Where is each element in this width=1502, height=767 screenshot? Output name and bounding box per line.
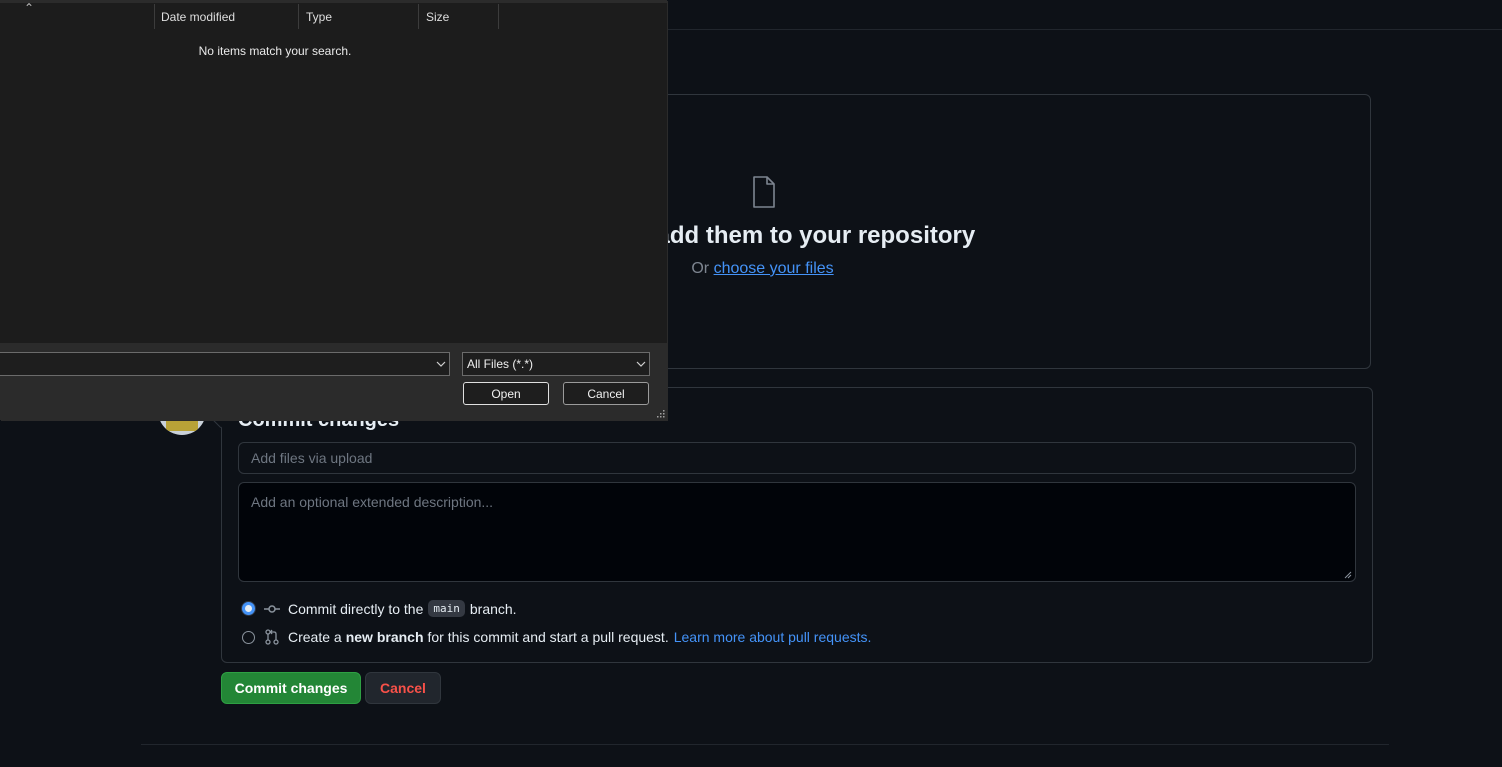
cancel-button[interactable]: Cancel (365, 672, 441, 704)
column-divider[interactable] (498, 4, 499, 29)
new-branch-radio[interactable] (242, 630, 255, 644)
git-pull-request-icon (265, 629, 279, 645)
chevron-down-icon[interactable] (436, 359, 446, 369)
commit-changes-button[interactable]: Commit changes (221, 672, 361, 704)
sort-up-icon[interactable]: ⌃ (24, 1, 34, 15)
file-type-filter[interactable]: All Files (*.*) (462, 352, 650, 376)
branch-name: main (428, 600, 465, 617)
commit-summary-input[interactable] (238, 442, 1356, 474)
column-type[interactable]: Type (306, 10, 332, 24)
file-type-filter-value: All Files (*.*) (467, 357, 534, 371)
file-list-header: ⌃ Date modified Type Size (0, 1, 667, 30)
column-divider[interactable] (298, 4, 299, 29)
resize-grip-icon[interactable] (655, 408, 665, 418)
dialog-cancel-button[interactable]: Cancel (563, 382, 649, 405)
column-date-modified[interactable]: Date modified (161, 10, 235, 24)
column-divider[interactable] (418, 4, 419, 29)
commit-direct-suffix: branch. (469, 600, 517, 617)
new-branch-suffix: for this commit and start a pull request… (427, 629, 669, 645)
empty-results-message: No items match your search. (198, 44, 352, 58)
commit-description-input[interactable] (238, 482, 1356, 582)
commit-direct-option[interactable]: Commit directly to the main branch. (242, 600, 517, 617)
open-button[interactable]: Open (463, 382, 549, 405)
commit-changes-panel: Commit changes Commit directly to the ma… (221, 387, 1373, 663)
choose-files-link[interactable]: choose your files (714, 260, 834, 277)
commit-direct-prefix: Commit directly to the (288, 600, 424, 617)
dialog-footer: All Files (*.*) Open Cancel (0, 343, 667, 420)
file-icon (753, 176, 775, 208)
textarea-resize-icon[interactable] (1344, 571, 1352, 579)
or-text: Or (691, 260, 710, 277)
new-branch-option[interactable]: Create a new branch for this commit and … (242, 629, 871, 645)
footer-divider (141, 744, 1389, 745)
git-commit-icon (264, 604, 280, 613)
column-size[interactable]: Size (426, 10, 449, 24)
learn-more-pr-link[interactable]: Learn more about pull requests. (674, 629, 872, 645)
chevron-down-icon[interactable] (636, 359, 646, 369)
file-name-combobox[interactable] (0, 352, 450, 376)
commit-direct-radio[interactable] (242, 602, 255, 615)
new-branch-bold: new branch (345, 629, 424, 645)
file-open-dialog: ⌃ Date modified Type Size No items match… (0, 0, 667, 420)
column-divider[interactable] (154, 4, 155, 29)
new-branch-prefix: Create a (288, 629, 342, 645)
